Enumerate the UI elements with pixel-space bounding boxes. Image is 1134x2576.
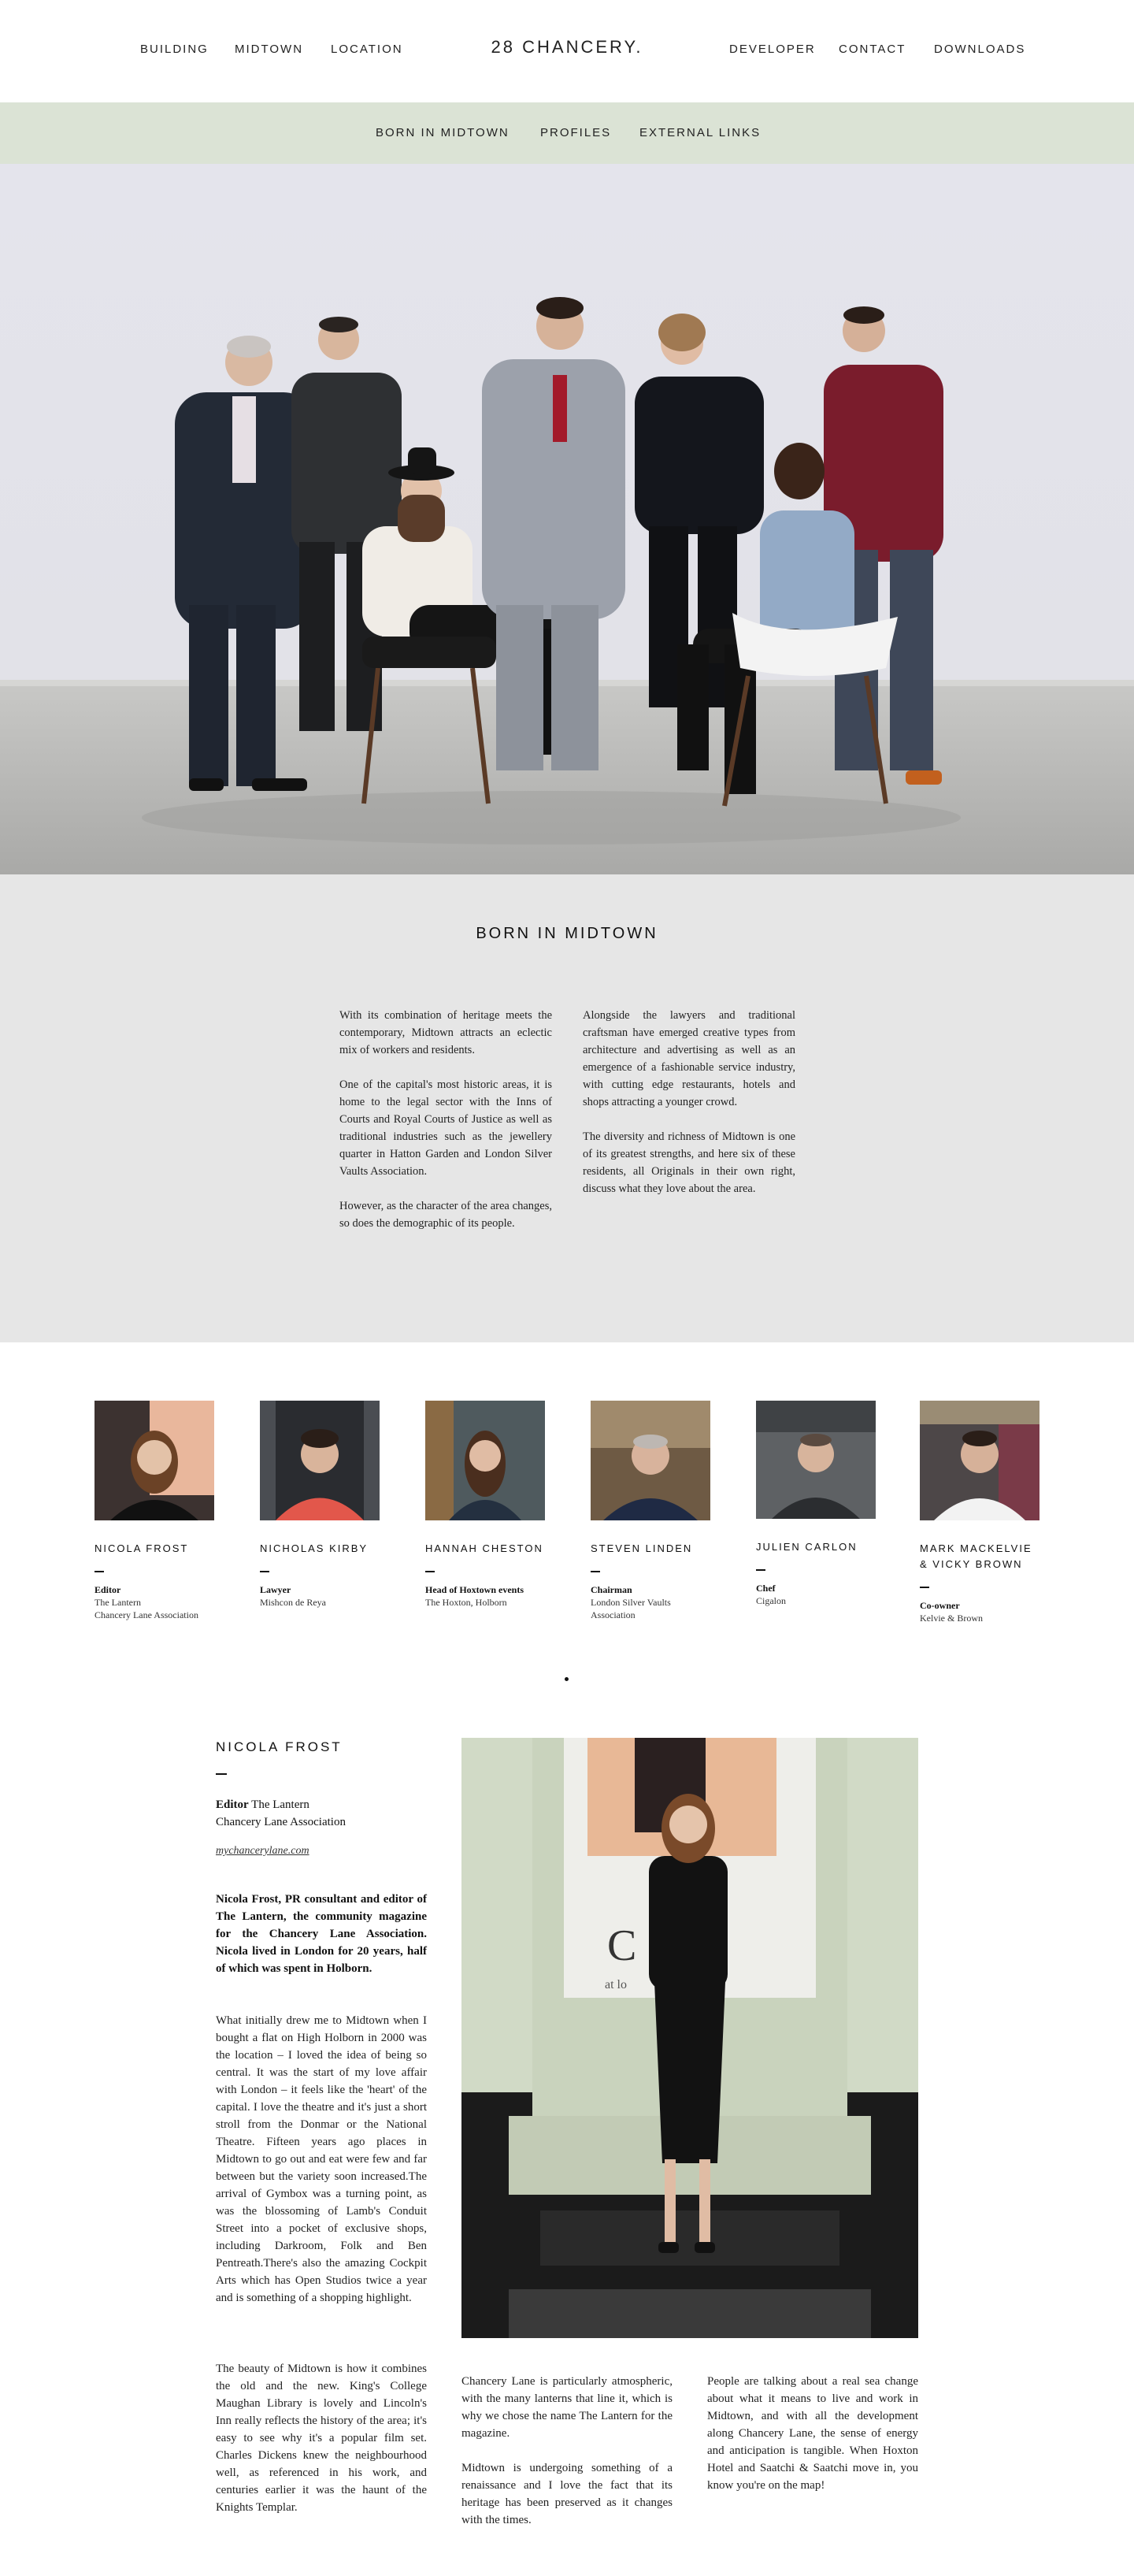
divider [260, 1571, 269, 1572]
subnav-born-in-midtown[interactable]: BORN IN MIDTOWN [376, 126, 510, 139]
profile-org: London Silver Vaults [591, 1597, 671, 1608]
nav-contact[interactable]: CONTACT [839, 43, 906, 56]
portrait-photo[interactable] [260, 1401, 380, 1520]
profile-name: STEVEN LINDEN [591, 1542, 693, 1554]
nav-developer[interactable]: DEVELOPER [729, 43, 816, 56]
detail-body-paragraph: The beauty of Midtown is how it combines… [216, 2363, 427, 2514]
detail-paragraph: Midtown is undergoing something of a ren… [461, 2462, 673, 2526]
website-link[interactable]: mychancerylane.com [216, 1845, 309, 1858]
detail-column-3: People are talking about a real sea chan… [707, 2373, 918, 2511]
divider [920, 1587, 929, 1588]
profile-card-julien-carlon[interactable]: JULIEN CARLON Chef Cigalon [756, 1401, 876, 1607]
intro-paragraph: The diversity and richness of Midtown is… [583, 1130, 795, 1195]
section-subnav: BORN IN MIDTOWN PROFILES EXTERNAL LINKS [0, 102, 1134, 164]
born-in-midtown-section: BORN IN MIDTOWN With its combination of … [0, 874, 1134, 1342]
group-photo-illustration [0, 297, 1134, 874]
profile-name-second: & VICKY BROWN [920, 1558, 1023, 1570]
detail-paragraph: Chancery Lane is particularly atmospheri… [461, 2375, 673, 2440]
profile-name: HANNAH CHESTON [425, 1542, 543, 1554]
profile-card-nicola-frost[interactable]: NICOLA FROST Editor The Lantern Chancery… [94, 1401, 214, 1621]
portrait-photo[interactable] [920, 1401, 1040, 1520]
intro-column-right: Alongside the lawyers and traditional cr… [583, 1007, 795, 1215]
divider [216, 1773, 227, 1775]
detail-role-org2: Chancery Lane Association [216, 1816, 346, 1828]
portrait-photo[interactable] [425, 1401, 545, 1520]
profile-name: JULIEN CARLON [756, 1541, 858, 1553]
section-title: BORN IN MIDTOWN [476, 925, 658, 942]
detail-column-2: Chancery Lane is particularly atmospheri… [461, 2373, 673, 2546]
subnav-profiles[interactable]: PROFILES [540, 126, 611, 139]
divider [94, 1571, 104, 1572]
divider [591, 1571, 600, 1572]
profile-name: NICOLA FROST [94, 1542, 189, 1554]
profile-org: Chancery Lane Association [94, 1609, 198, 1620]
profile-org: The Hoxton, Holborn [425, 1597, 507, 1608]
profile-org: Mishcon de Reya [260, 1597, 326, 1608]
portrait-photo[interactable] [591, 1401, 710, 1520]
hero-group-photo [0, 164, 1134, 874]
nav-downloads[interactable]: DOWNLOADS [934, 43, 1025, 56]
site-header: BUILDING MIDTOWN LOCATION 28 CHANCERY. D… [0, 0, 1134, 102]
profile-role: Chef [756, 1583, 776, 1594]
profile-card-nicholas-kirby[interactable]: NICHOLAS KIRBY Lawyer Mishcon de Reya [260, 1401, 380, 1609]
portrait-photo[interactable] [94, 1401, 214, 1520]
intro-paragraph: However, as the character of the area ch… [339, 1200, 552, 1230]
divider [756, 1569, 765, 1571]
intro-paragraph: With its combination of heritage meets t… [339, 1009, 552, 1056]
detail-lead: Nicola Frost, PR consultant and editor o… [216, 1893, 427, 1975]
detail-portrait-photo: C at lo [461, 1738, 918, 2338]
profile-role: Chairman [591, 1584, 632, 1595]
carousel-dot[interactable] [565, 1677, 569, 1681]
profile-org: Kelvie & Brown [920, 1613, 983, 1624]
detail-role-label: Editor [216, 1798, 249, 1811]
profile-org: Association [591, 1609, 636, 1620]
profile-org: The Lantern [94, 1597, 141, 1608]
detail-name: NICOLA FROST [216, 1739, 343, 1754]
poster-subtext: at lo [605, 1978, 627, 1991]
profile-role: Head of Hoxtown events [425, 1584, 524, 1595]
detail-role: Editor The Lantern Chancery Lane Associa… [216, 1796, 346, 1831]
profile-role: Co-owner [920, 1600, 960, 1611]
detail-role-org: The Lantern [251, 1798, 309, 1811]
detail-body-paragraph: What initially drew me to Midtown when I… [216, 2014, 427, 2304]
intro-paragraph: One of the capital's most historic areas… [339, 1078, 552, 1178]
person-chef [291, 317, 402, 731]
profile-role: Lawyer [260, 1584, 291, 1595]
detail-paragraph: People are talking about a real sea chan… [707, 2375, 918, 2492]
divider [425, 1571, 435, 1572]
intro-paragraph: Alongside the lawyers and traditional cr… [583, 1009, 795, 1108]
profile-card-steven-linden[interactable]: STEVEN LINDEN Chairman London Silver Vau… [591, 1401, 710, 1621]
profile-card-mark-mackelvie-vicky-brown[interactable]: MARK MACKELVIE & VICKY BROWN Co-owner Ke… [920, 1401, 1040, 1624]
poster-letter: C [607, 1921, 636, 1970]
portrait-photo[interactable] [756, 1401, 876, 1519]
profile-card-hannah-cheston[interactable]: HANNAH CHESTON Head of Hoxtown events Th… [425, 1401, 545, 1609]
subnav-external-links[interactable]: EXTERNAL LINKS [639, 126, 761, 139]
profile-org: Cigalon [756, 1595, 786, 1606]
profile-name: MARK MACKELVIE [920, 1542, 1032, 1554]
intro-column-left: With its combination of heritage meets t… [339, 1007, 552, 1249]
profile-name: NICHOLAS KIRBY [260, 1542, 369, 1554]
profile-role: Editor [94, 1584, 121, 1595]
